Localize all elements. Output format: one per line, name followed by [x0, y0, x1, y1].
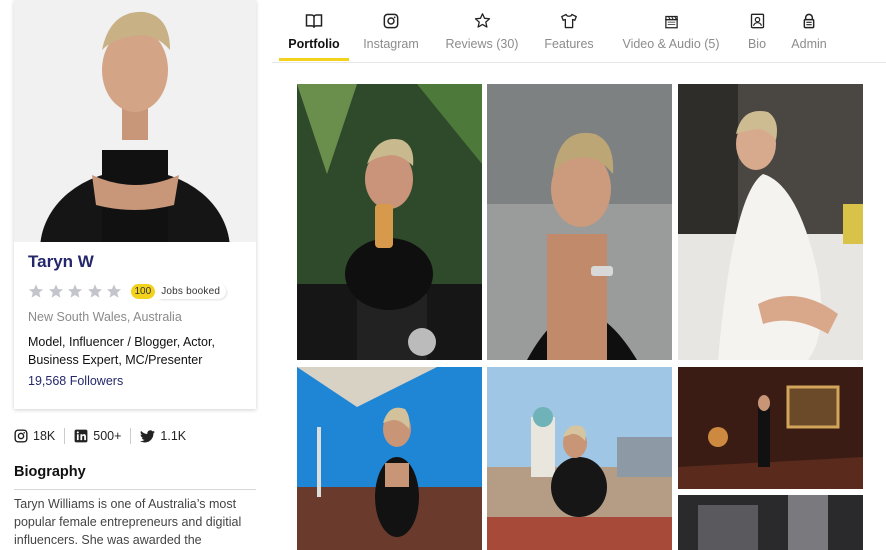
tab-label: Admin: [791, 37, 827, 51]
divider: [130, 428, 132, 444]
linkedin-count: 500+: [93, 429, 122, 443]
portfolio-image[interactable]: [487, 367, 672, 550]
star-icon: [474, 13, 490, 28]
jobs-count-badge: 100: [130, 283, 156, 299]
tab-label: Reviews (30): [445, 37, 519, 51]
followers-count[interactable]: 19,568 Followers: [28, 374, 123, 388]
linkedin-icon: [74, 429, 88, 443]
biography-text: Taryn Williams is one of Australia’s mos…: [14, 497, 242, 547]
tab-label: Instagram: [363, 37, 419, 51]
instagram-stat[interactable]: 18K: [14, 429, 55, 443]
roles: Model, Influencer / Blogger, Actor, Busi…: [28, 335, 215, 367]
star-icon: [68, 284, 82, 298]
portfolio-image[interactable]: [487, 84, 672, 360]
instagram-icon: [14, 429, 28, 443]
rating: 100 Jobs booked: [28, 283, 226, 299]
instagram-count: 18K: [33, 429, 56, 443]
profile-name[interactable]: Taryn W: [28, 252, 94, 272]
profile-tabs: Portfolio Instagram Reviews (30) Feature…: [272, 0, 886, 63]
twitter-count: 1.1K: [160, 429, 187, 443]
lock-icon: [803, 13, 815, 29]
social-stats: 18K 500+ 1.1K: [14, 428, 186, 444]
tab-label: Bio: [747, 37, 767, 51]
biography-title: Biography: [14, 464, 86, 480]
star-icon: [87, 284, 102, 298]
id-card-icon: [750, 13, 764, 29]
tab-label: Features: [544, 37, 594, 51]
portfolio-image[interactable]: [678, 495, 863, 550]
jobs-label: Jobs booked: [159, 284, 226, 299]
profile-photo: [14, 0, 256, 242]
twitter-stat[interactable]: 1.1K: [140, 429, 186, 443]
tab-features[interactable]: Features: [538, 0, 600, 62]
location: New South Wales, Australia: [28, 310, 182, 324]
star-icon: [107, 284, 121, 298]
portfolio-image[interactable]: [678, 367, 863, 489]
tab-instagram[interactable]: Instagram: [356, 0, 426, 62]
profile-sidebar: Taryn W 100 Jobs booked New South Wales,…: [0, 0, 272, 550]
linkedin-stat[interactable]: 500+: [74, 429, 121, 443]
portfolio-image[interactable]: [297, 367, 482, 550]
tab-label: Video & Audio (5): [622, 37, 720, 51]
twitter-icon: [140, 429, 156, 442]
book-icon: [305, 14, 323, 28]
divider: [64, 428, 66, 444]
instagram-icon: [383, 13, 399, 29]
portfolio-grid: [272, 63, 886, 550]
portfolio-image[interactable]: [678, 84, 863, 360]
portfolio-image[interactable]: [297, 84, 482, 360]
tab-reviews[interactable]: Reviews (30): [440, 0, 524, 62]
tab-bio[interactable]: Bio: [742, 0, 772, 62]
star-icon: [29, 284, 43, 298]
star-icon: [48, 284, 63, 298]
tab-video-audio[interactable]: Video & Audio (5): [616, 0, 726, 62]
clapperboard-icon: [664, 15, 678, 29]
profile-card: Taryn W 100 Jobs booked New South Wales,…: [14, 0, 256, 409]
divider: [14, 489, 256, 490]
shirt-icon: [561, 13, 577, 29]
tab-admin[interactable]: Admin: [786, 0, 832, 62]
tab-label: Portfolio: [288, 37, 340, 51]
tab-portfolio[interactable]: Portfolio: [279, 0, 349, 62]
